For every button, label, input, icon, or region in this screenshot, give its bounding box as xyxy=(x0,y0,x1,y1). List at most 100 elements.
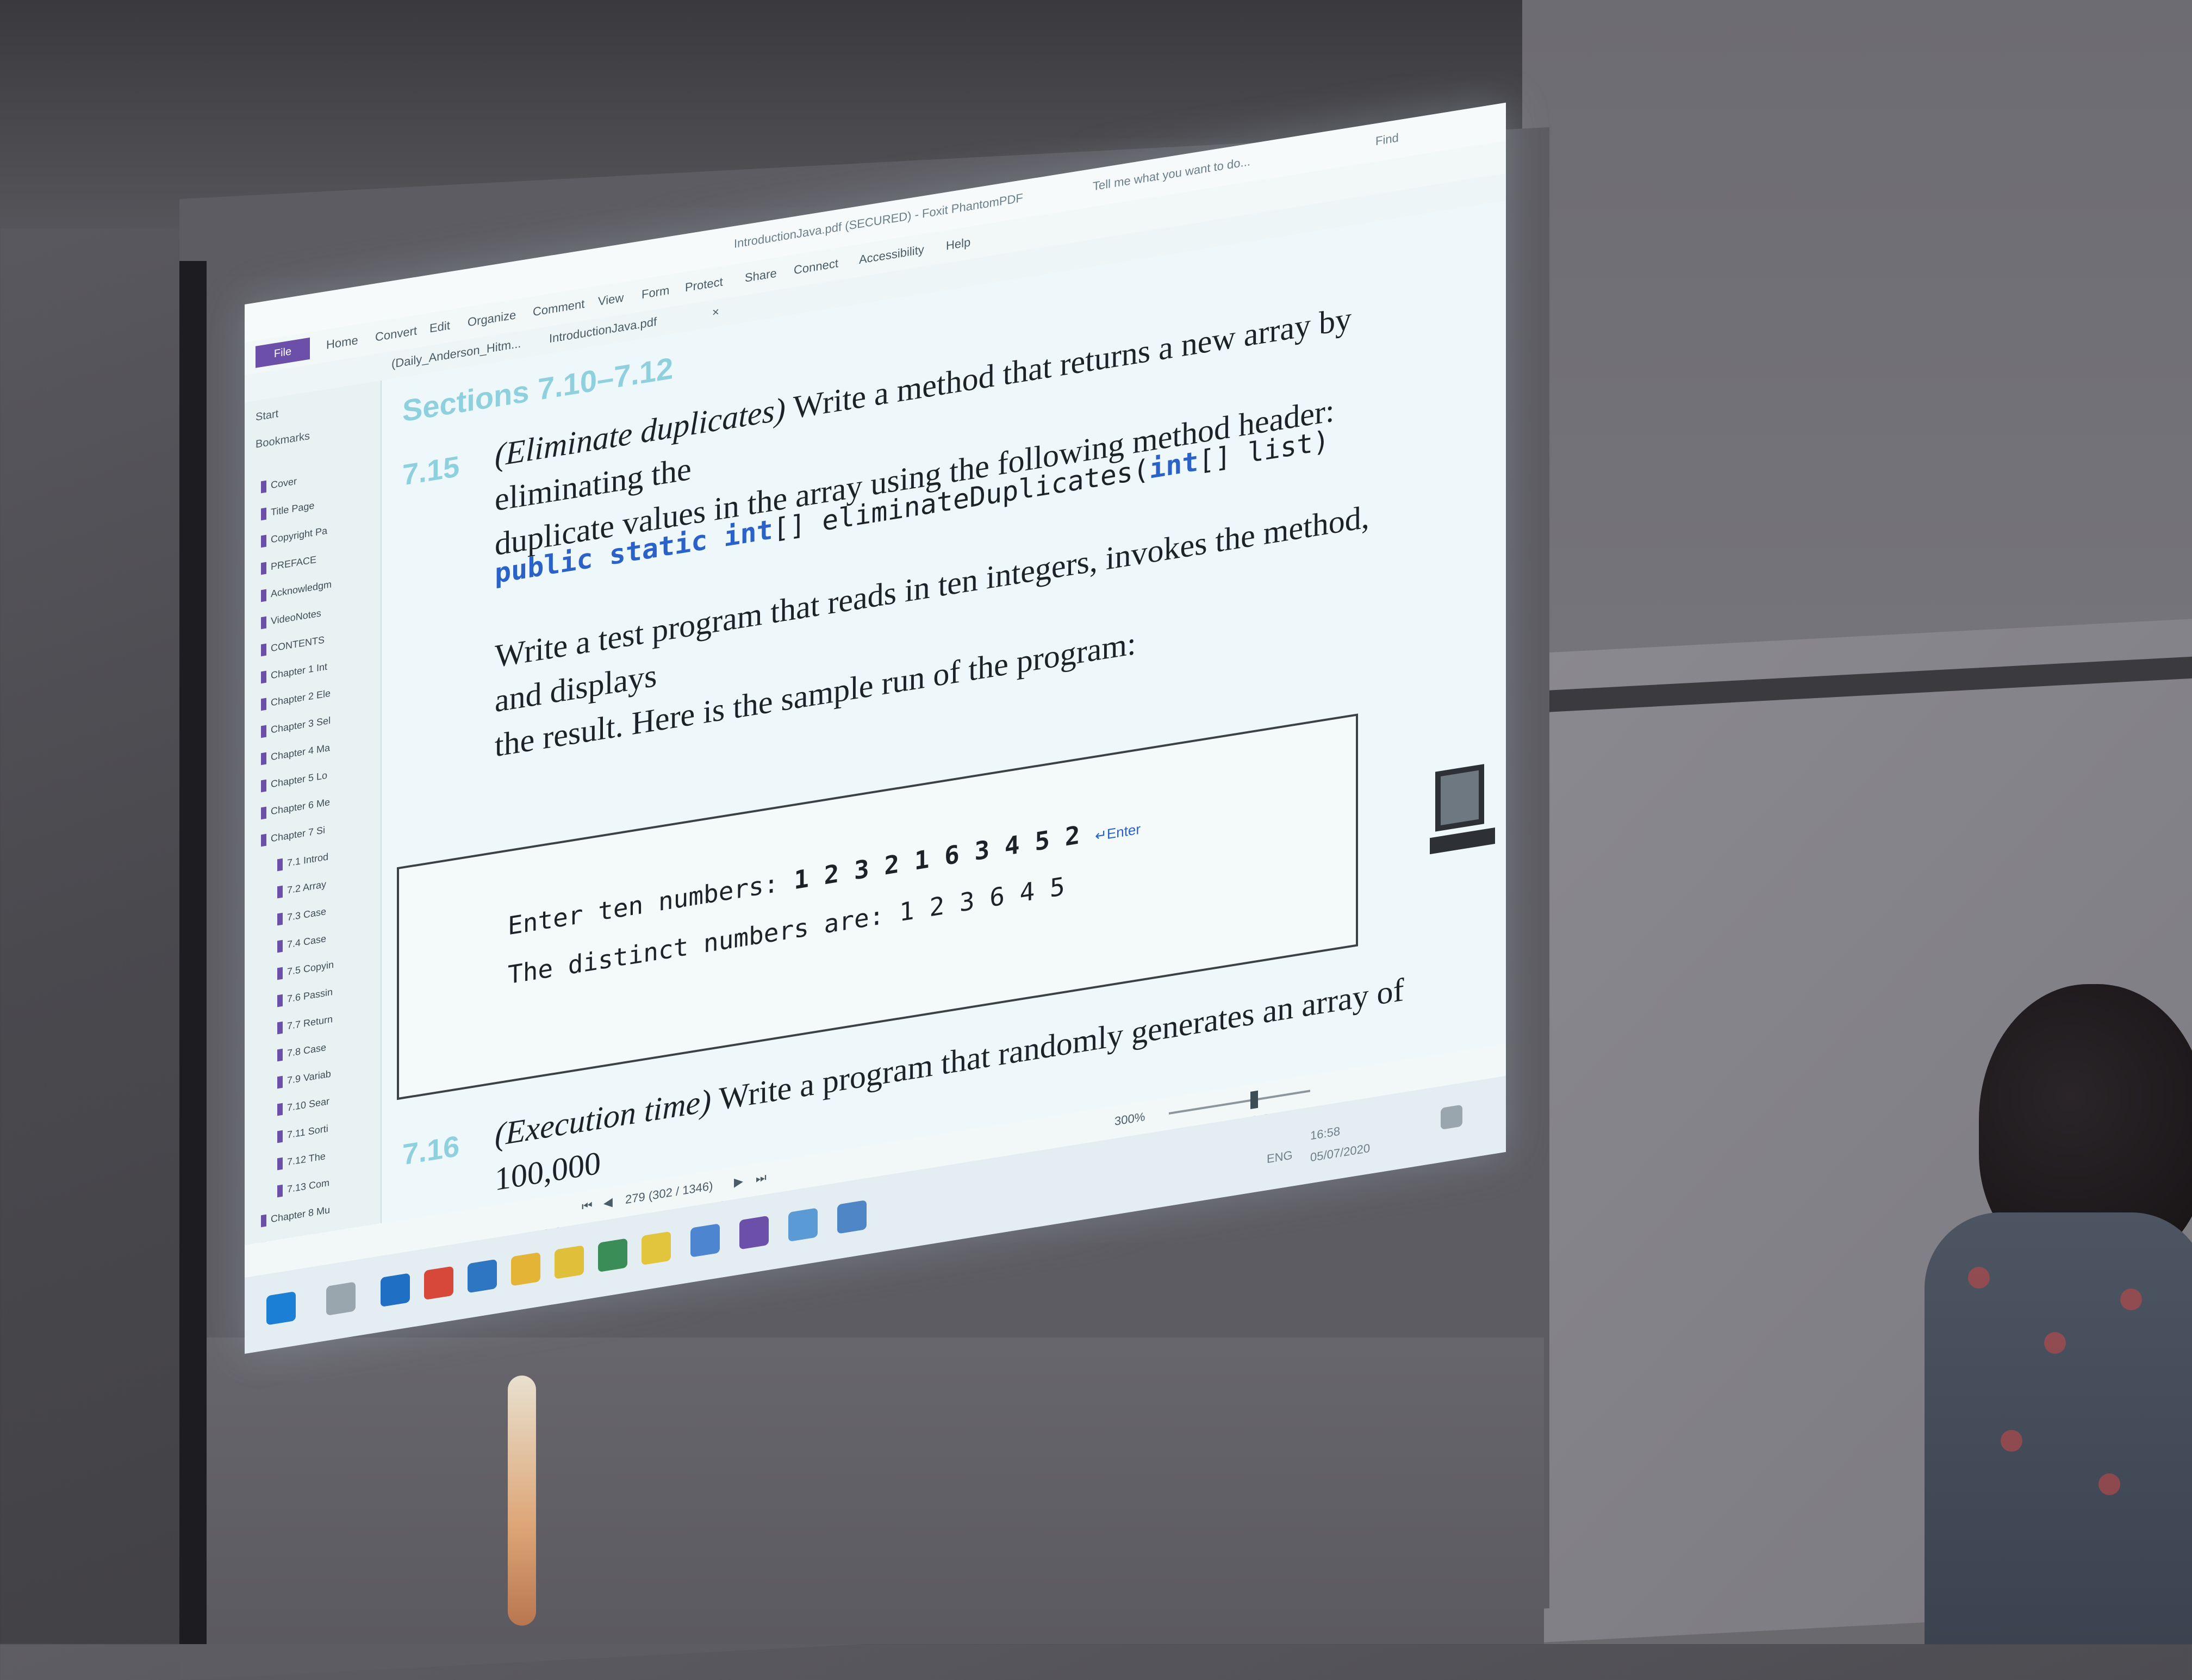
exercise-number: 7.16 xyxy=(402,1129,460,1172)
menu-form[interactable]: Form xyxy=(642,283,669,302)
bookmark-label: 7.6 Passin xyxy=(287,986,333,1005)
chrome-icon[interactable] xyxy=(424,1266,453,1301)
sidebar-start[interactable]: Start xyxy=(256,408,278,424)
bookmark-item[interactable]: Chapter 7 Si xyxy=(261,824,325,850)
edge-icon[interactable] xyxy=(381,1273,410,1307)
sticky-notes-icon[interactable] xyxy=(642,1231,671,1266)
tray-language[interactable]: ENG xyxy=(1267,1148,1293,1167)
bookmark-label: Acknowledgm xyxy=(271,578,332,600)
page-number-field[interactable]: 279 (302 / 1346) xyxy=(625,1179,713,1207)
zoom-level[interactable]: 300% xyxy=(1114,1110,1145,1129)
find-box[interactable]: Find xyxy=(1375,130,1399,148)
notification-icon[interactable] xyxy=(1441,1104,1462,1130)
word-icon[interactable] xyxy=(690,1223,720,1258)
file-explorer-icon[interactable] xyxy=(511,1252,540,1286)
bookmark-item[interactable]: 7.11 Sorti xyxy=(277,1123,328,1146)
bookmark-item[interactable]: 7.5 Copyin xyxy=(277,959,334,984)
bookmark-item[interactable]: Chapter 4 Ma xyxy=(261,742,330,768)
bookmark-label: 7.4 Case xyxy=(287,932,327,950)
bookmark-item[interactable]: CONTENTS xyxy=(261,634,325,659)
bookmark-icon xyxy=(261,562,266,575)
exercise-number: 7.15 xyxy=(402,450,460,492)
bookmark-item[interactable]: Chapter 6 Me xyxy=(261,797,330,823)
first-page-button[interactable]: ⏮ xyxy=(582,1198,593,1214)
bookmark-item[interactable]: Chapter 1 Int xyxy=(261,661,327,687)
dress-pattern xyxy=(2120,1289,2142,1310)
bookmark-label: Copyright Pa xyxy=(271,525,328,545)
bookmark-item[interactable]: Title Page xyxy=(261,500,314,524)
foxit-icon[interactable] xyxy=(739,1215,769,1250)
bookmark-item[interactable]: 7.3 Case xyxy=(277,906,326,929)
menu-convert[interactable]: Convert xyxy=(375,323,417,344)
last-page-button[interactable]: ⏭ xyxy=(756,1170,767,1186)
bookmark-item[interactable]: 7.2 Array xyxy=(277,879,326,901)
dress-pattern xyxy=(1968,1267,1990,1289)
next-page-button[interactable]: ▶ xyxy=(734,1174,743,1190)
tab-close-icon[interactable]: × xyxy=(712,304,719,320)
bookmark-icon xyxy=(261,752,266,766)
screen-left-edge xyxy=(179,261,207,1644)
zoom-slider-knob[interactable] xyxy=(1250,1090,1258,1109)
bookmark-item[interactable]: 7.13 Com xyxy=(277,1177,329,1200)
bookmark-label: CONTENTS xyxy=(271,634,325,654)
store-icon[interactable] xyxy=(468,1259,497,1293)
dress-pattern xyxy=(2044,1332,2066,1354)
bookmark-item[interactable]: 7.6 Passin xyxy=(277,986,333,1010)
bookmark-item[interactable]: Chapter 3 Sel xyxy=(261,715,331,741)
light-reflection xyxy=(508,1376,536,1626)
menu-comment[interactable]: Comment xyxy=(533,297,584,319)
menu-home[interactable]: Home xyxy=(326,333,358,352)
tray-date[interactable]: 05/07/2020 xyxy=(1310,1141,1370,1165)
menu-organize[interactable]: Organize xyxy=(468,308,516,329)
bookmark-icon xyxy=(261,616,266,630)
bookmark-item[interactable]: 7.4 Case xyxy=(277,933,326,956)
bookmark-label: Chapter 5 Lo xyxy=(271,769,328,790)
bookmark-label: Cover xyxy=(271,475,297,491)
bookmark-item[interactable]: 7.10 Sear xyxy=(277,1096,329,1119)
bookmark-icon xyxy=(261,1214,266,1228)
app-icon[interactable] xyxy=(837,1199,867,1234)
bookmark-item[interactable]: 7.7 Return xyxy=(277,1013,333,1037)
bookmark-item[interactable]: 7.9 Variab xyxy=(277,1068,331,1092)
menu-edit[interactable]: Edit xyxy=(429,319,450,336)
bookmark-label: Chapter 2 Ele xyxy=(271,687,331,708)
bookmark-item[interactable]: 7.1 Introd xyxy=(277,851,328,874)
lower-screen xyxy=(207,1337,1544,1644)
menu-share[interactable]: Share xyxy=(745,266,777,285)
excel-icon[interactable] xyxy=(598,1238,627,1272)
app-icon[interactable] xyxy=(788,1208,818,1242)
bookmark-label: Chapter 4 Ma xyxy=(271,742,331,763)
menu-protect[interactable]: Protect xyxy=(685,275,723,295)
bookmark-label: Chapter 6 Me xyxy=(271,796,331,817)
computer-icon xyxy=(1430,764,1495,855)
bookmark-label: 7.7 Return xyxy=(287,1013,333,1032)
menu-accessibility[interactable]: Accessibility xyxy=(859,242,924,267)
prev-page-button[interactable]: ◀ xyxy=(603,1195,613,1211)
bookmark-item[interactable]: 7.12 The xyxy=(277,1150,326,1173)
bookmark-icon xyxy=(277,1103,283,1116)
bookmark-icon xyxy=(261,643,266,657)
bookmark-item[interactable]: PREFACE xyxy=(261,554,316,578)
search-icon[interactable] xyxy=(326,1281,356,1316)
bookmark-icon xyxy=(277,940,283,953)
tray-time[interactable]: 16:58 xyxy=(1310,1124,1340,1143)
bookmark-item[interactable]: Chapter 8 Mu xyxy=(261,1204,330,1230)
bookmark-item[interactable]: Cover xyxy=(261,476,297,497)
bookmarks-title: Bookmarks xyxy=(256,430,310,451)
bookmark-item[interactable]: Chapter 5 Lo xyxy=(261,770,327,796)
folder-icon[interactable] xyxy=(555,1245,584,1279)
person-body xyxy=(1925,1212,2192,1644)
bookmark-item[interactable]: Chapter 2 Ele xyxy=(261,688,331,714)
bookmark-item[interactable]: Acknowledgm xyxy=(261,578,332,605)
bookmark-icon xyxy=(261,670,266,684)
bookmark-icon xyxy=(277,994,283,1007)
enter-key-hint: ↵Enter xyxy=(1095,820,1141,844)
bookmark-item[interactable]: 7.8 Case xyxy=(277,1042,326,1065)
menu-help[interactable]: Help xyxy=(946,235,970,253)
menu-view[interactable]: View xyxy=(598,290,624,309)
start-icon[interactable] xyxy=(266,1291,296,1326)
file-menu-button[interactable]: File xyxy=(256,337,310,368)
bookmark-item[interactable]: Copyright Pa xyxy=(261,525,327,551)
menu-connect[interactable]: Connect xyxy=(794,256,838,277)
bookmark-item[interactable]: VideoNotes xyxy=(261,607,321,632)
